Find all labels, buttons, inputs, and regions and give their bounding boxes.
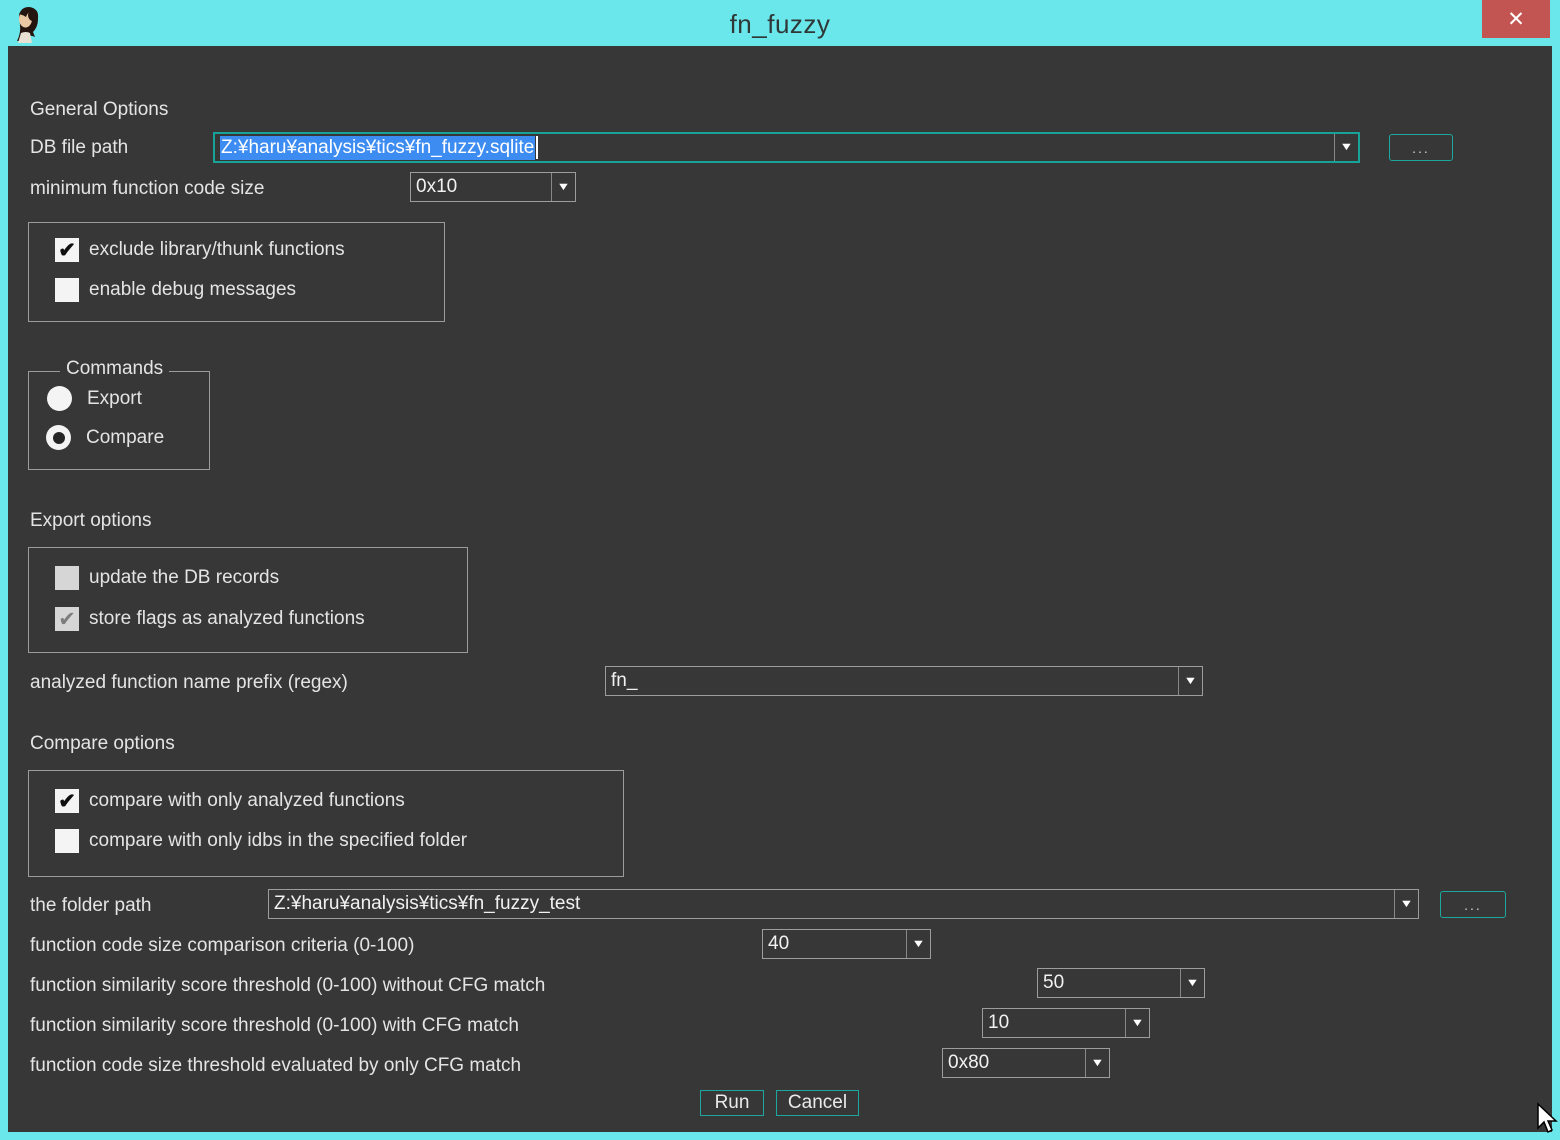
checkbox: ✔ bbox=[55, 607, 79, 631]
sim-with-cfg-label: function similarity score threshold (0-1… bbox=[30, 1012, 519, 1039]
min-code-size-label: minimum function code size bbox=[30, 175, 264, 202]
titlebar[interactable]: fn_fuzzy ✕ bbox=[0, 0, 1560, 46]
min-code-size-combo[interactable]: 0x10 ▼ bbox=[410, 172, 576, 202]
enable-debug-checkbox-row[interactable]: ✔ enable debug messages bbox=[55, 278, 296, 302]
sim-without-cfg-value: 50 bbox=[1038, 969, 1180, 997]
checkbox: ✔ bbox=[55, 789, 79, 813]
export-options-group: ✔ update the DB records ✔ store flags as… bbox=[28, 547, 468, 653]
size-cfg-only-dropdown[interactable]: ▼ bbox=[1085, 1049, 1109, 1077]
checkbox-label: compare with only idbs in the specified … bbox=[89, 830, 467, 852]
min-code-size-dropdown[interactable]: ▼ bbox=[551, 173, 575, 201]
compare-radio-row[interactable]: Compare bbox=[46, 425, 164, 450]
folder-path-dropdown[interactable]: ▼ bbox=[1394, 890, 1418, 918]
sim-without-cfg-dropdown[interactable]: ▼ bbox=[1180, 969, 1204, 997]
min-code-size-value: 0x10 bbox=[411, 173, 551, 201]
db-file-path-label: DB file path bbox=[30, 134, 128, 161]
sim-with-cfg-value: 10 bbox=[983, 1009, 1125, 1037]
commands-legend: Commands bbox=[60, 358, 169, 380]
chevron-down-icon: ▼ bbox=[1183, 676, 1197, 687]
size-cfg-only-label: function code size threshold evaluated b… bbox=[30, 1052, 521, 1079]
sim-with-cfg-dropdown[interactable]: ▼ bbox=[1125, 1009, 1149, 1037]
selected-text: Z:¥haru¥analysis¥tics¥fn_fuzzy.sqlite bbox=[220, 136, 535, 160]
folder-path-label: the folder path bbox=[30, 892, 151, 919]
chevron-down-icon: ▼ bbox=[1130, 1018, 1144, 1029]
section-compare-options: Compare options bbox=[30, 730, 175, 757]
prefix-value: fn_ bbox=[606, 667, 1178, 695]
prefix-dropdown[interactable]: ▼ bbox=[1178, 667, 1202, 695]
checkbox-label: enable debug messages bbox=[89, 279, 296, 301]
size-cfg-only-combo[interactable]: 0x80 ▼ bbox=[942, 1048, 1110, 1078]
chevron-down-icon: ▼ bbox=[1339, 142, 1353, 153]
text-caret bbox=[536, 136, 538, 159]
check-icon: ✔ bbox=[58, 609, 76, 630]
cancel-button[interactable]: Cancel bbox=[776, 1090, 859, 1116]
checkbox: ✔ bbox=[55, 829, 79, 853]
checkbox-label: exclude library/thunk functions bbox=[89, 239, 345, 261]
criteria-combo[interactable]: 40 ▼ bbox=[762, 929, 931, 959]
prefix-label: analyzed function name prefix (regex) bbox=[30, 669, 348, 696]
export-radio-row[interactable]: Export bbox=[47, 386, 142, 411]
chevron-down-icon: ▼ bbox=[1090, 1058, 1104, 1069]
sim-without-cfg-label: function similarity score threshold (0-1… bbox=[30, 972, 545, 999]
window: fn_fuzzy ✕ General Options DB file path … bbox=[0, 0, 1560, 1140]
check-icon: ✔ bbox=[58, 240, 76, 261]
db-file-path-value: Z:¥haru¥analysis¥tics¥fn_fuzzy.sqlite bbox=[215, 134, 1334, 161]
db-file-path-combo[interactable]: Z:¥haru¥analysis¥tics¥fn_fuzzy.sqlite ▼ bbox=[213, 132, 1360, 163]
checkbox-label: update the DB records bbox=[89, 567, 279, 589]
checkbox-label: store flags as analyzed functions bbox=[89, 608, 365, 630]
compare-idbs-checkbox-row[interactable]: ✔ compare with only idbs in the specifie… bbox=[55, 829, 467, 853]
checkbox-label: compare with only analyzed functions bbox=[89, 790, 405, 812]
checkbox: ✔ bbox=[55, 566, 79, 590]
sim-with-cfg-combo[interactable]: 10 ▼ bbox=[982, 1008, 1150, 1038]
folder-path-browse-button[interactable]: ... bbox=[1440, 891, 1506, 918]
size-cfg-only-value: 0x80 bbox=[943, 1049, 1085, 1077]
radio-label: Export bbox=[87, 388, 142, 410]
store-flags-checkbox-row[interactable]: ✔ store flags as analyzed functions bbox=[55, 607, 365, 631]
chevron-down-icon: ▼ bbox=[1399, 899, 1413, 910]
exclude-library-checkbox-row[interactable]: ✔ exclude library/thunk functions bbox=[55, 238, 345, 262]
window-title: fn_fuzzy bbox=[0, 9, 1560, 40]
general-checkbox-group: ✔ exclude library/thunk functions ✔ enab… bbox=[28, 222, 445, 322]
section-export-options: Export options bbox=[30, 507, 151, 534]
db-file-path-dropdown[interactable]: ▼ bbox=[1334, 134, 1358, 161]
compare-analyzed-checkbox-row[interactable]: ✔ compare with only analyzed functions bbox=[55, 789, 405, 813]
run-button[interactable]: Run bbox=[700, 1090, 764, 1116]
close-icon: ✕ bbox=[1507, 9, 1525, 30]
update-db-checkbox-row[interactable]: ✔ update the DB records bbox=[55, 566, 279, 590]
check-icon: ✔ bbox=[58, 791, 76, 812]
criteria-dropdown[interactable]: ▼ bbox=[906, 930, 930, 958]
mouse-cursor bbox=[1530, 1102, 1558, 1138]
criteria-label: function code size comparison criteria (… bbox=[30, 932, 414, 959]
radio-dot bbox=[53, 432, 65, 444]
chevron-down-icon: ▼ bbox=[1185, 978, 1199, 989]
radio-button bbox=[46, 425, 71, 450]
folder-path-value: Z:¥haru¥analysis¥tics¥fn_fuzzy_test bbox=[269, 890, 1394, 918]
section-general-options: General Options bbox=[30, 96, 168, 123]
chevron-down-icon: ▼ bbox=[556, 182, 570, 193]
compare-options-group: ✔ compare with only analyzed functions ✔… bbox=[28, 770, 624, 877]
close-button[interactable]: ✕ bbox=[1482, 0, 1550, 38]
chevron-down-icon: ▼ bbox=[911, 939, 925, 950]
criteria-value: 40 bbox=[763, 930, 906, 958]
folder-path-combo[interactable]: Z:¥haru¥analysis¥tics¥fn_fuzzy_test ▼ bbox=[268, 889, 1419, 919]
dialog-body: General Options DB file path Z:¥haru¥ana… bbox=[8, 46, 1552, 1132]
checkbox: ✔ bbox=[55, 238, 79, 262]
db-file-path-browse-button[interactable]: ... bbox=[1389, 134, 1453, 161]
prefix-combo[interactable]: fn_ ▼ bbox=[605, 666, 1203, 696]
commands-fieldset: Commands Export Compare bbox=[28, 371, 210, 470]
sim-without-cfg-combo[interactable]: 50 ▼ bbox=[1037, 968, 1205, 998]
checkbox: ✔ bbox=[55, 278, 79, 302]
radio-label: Compare bbox=[86, 427, 164, 449]
radio-button bbox=[47, 386, 72, 411]
